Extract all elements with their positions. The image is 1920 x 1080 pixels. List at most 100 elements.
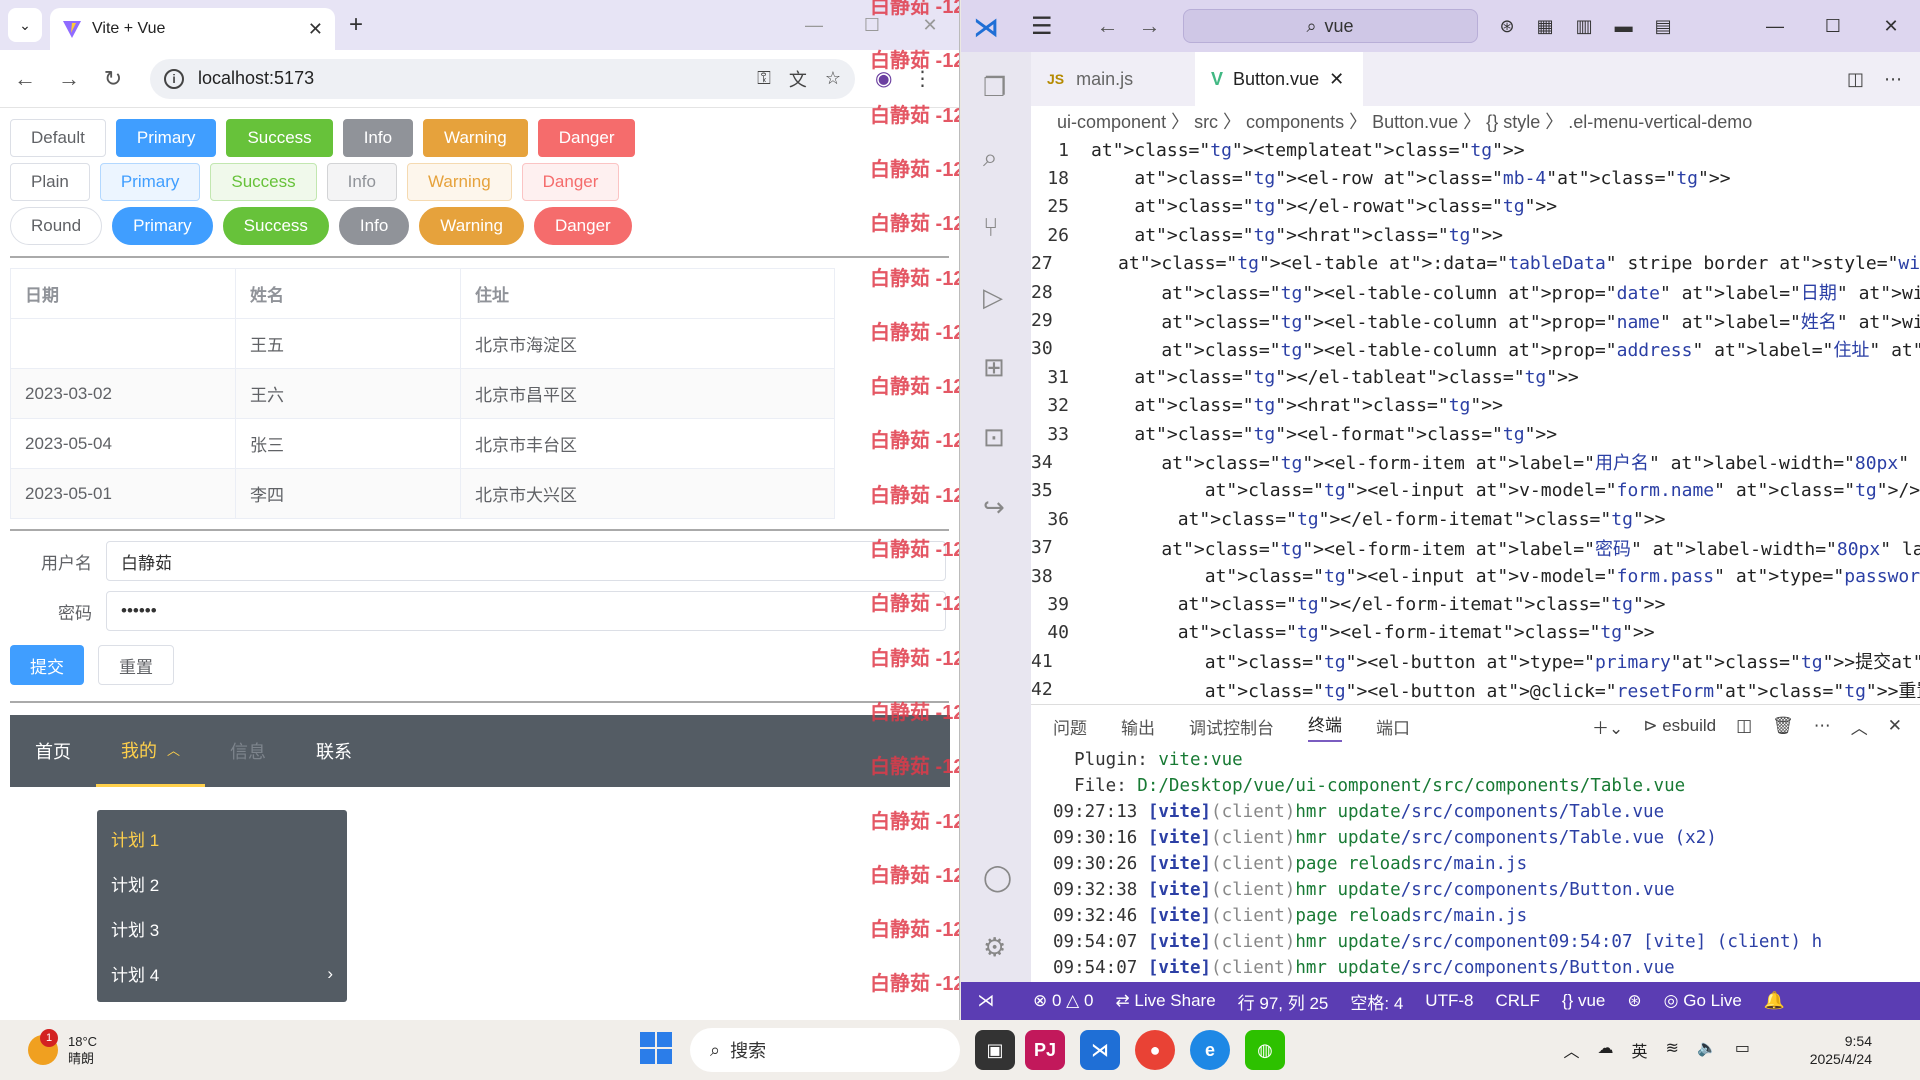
- more-actions-icon[interactable]: ⋯: [1884, 69, 1902, 90]
- tab-problems[interactable]: 问题: [1053, 714, 1087, 739]
- bookmark-star-icon[interactable]: ☆: [825, 68, 841, 89]
- forward-icon[interactable]: →: [1139, 13, 1161, 39]
- copilot-status-icon[interactable]: ⊛: [1627, 991, 1641, 1011]
- remote-explorer-icon[interactable]: ⊡: [983, 422, 1005, 453]
- run-debug-icon[interactable]: ▷: [983, 282, 1003, 313]
- code-line[interactable]: 32 at">class="tg"><hrat">class="tg">>: [1031, 392, 1920, 420]
- close-window-icon[interactable]: ✕: [1862, 16, 1920, 37]
- warning-button[interactable]: Warning: [423, 119, 528, 157]
- warning-button[interactable]: Warning: [406, 163, 512, 201]
- code-line[interactable]: 28 at">class="tg"><el-table-column at">p…: [1031, 278, 1920, 306]
- extensions-icon[interactable]: ⊞: [983, 352, 1005, 383]
- chrome-app-icon[interactable]: ●: [1135, 1030, 1175, 1070]
- code-line[interactable]: 34 at">class="tg"><el-form-item at">labe…: [1031, 448, 1920, 476]
- tab-debug-console[interactable]: 调试控制台: [1189, 714, 1274, 739]
- menu-item-home[interactable]: 首页: [10, 715, 96, 787]
- split-editor-icon[interactable]: ◫: [1847, 69, 1864, 90]
- volume-icon[interactable]: 🔈: [1697, 1038, 1717, 1062]
- taskbar-search[interactable]: ⌕ 搜索: [690, 1028, 960, 1072]
- reset-button[interactable]: 重置: [98, 645, 174, 685]
- toggle-panel-icon[interactable]: ▬: [1615, 16, 1633, 37]
- hamburger-menu-icon[interactable]: ☰: [1031, 12, 1053, 41]
- danger-button[interactable]: Danger: [533, 207, 632, 245]
- omnibox[interactable]: i localhost:5173 ⚿ 文 ☆: [150, 58, 855, 99]
- primary-button[interactable]: Primary: [112, 207, 213, 245]
- copilot-icon[interactable]: ⊛: [1500, 16, 1515, 37]
- remote-indicator-icon[interactable]: ⋊: [961, 982, 1011, 1020]
- code-line[interactable]: 36 at">class="tg"></el-form-itemat">clas…: [1031, 505, 1920, 533]
- code-line[interactable]: 18 at">class="tg"><el-row at">class="mb-…: [1031, 164, 1920, 192]
- translate-icon[interactable]: 文: [789, 66, 807, 92]
- terminal-name[interactable]: ⊳ esbuild: [1643, 716, 1716, 736]
- trash-icon[interactable]: 🗑: [1772, 716, 1794, 736]
- notifications-bell-icon[interactable]: 🔔: [1764, 991, 1785, 1011]
- source-control-icon[interactable]: ⑂: [983, 212, 999, 243]
- primary-button[interactable]: Primary: [115, 119, 217, 157]
- layout-icon[interactable]: ▦: [1537, 16, 1554, 37]
- info-button[interactable]: Info: [338, 207, 410, 245]
- username-input[interactable]: 白静茹: [106, 541, 946, 581]
- cursor-position[interactable]: 行 97, 列 25: [1238, 989, 1329, 1014]
- tab-button-vue[interactable]: V Button.vue ✕: [1195, 52, 1363, 106]
- round-button[interactable]: Round: [10, 207, 103, 245]
- tab-ports[interactable]: 端口: [1376, 714, 1410, 739]
- live-share-icon[interactable]: ↪: [983, 492, 1005, 523]
- code-line[interactable]: 30 at">class="tg"><el-table-column at">p…: [1031, 335, 1920, 363]
- code-line[interactable]: 37 at">class="tg"><el-form-item at">labe…: [1031, 533, 1920, 561]
- command-center-search[interactable]: ⌕ vue: [1182, 9, 1478, 43]
- weather-widget[interactable]: 1 18°C 晴朗: [28, 1029, 97, 1067]
- indentation[interactable]: 空格: 4: [1350, 989, 1403, 1014]
- plain-button[interactable]: Plain: [10, 163, 90, 201]
- edge-app-icon[interactable]: e: [1190, 1030, 1230, 1070]
- maximize-panel-icon[interactable]: ︿: [1851, 714, 1868, 739]
- menu-item-mine[interactable]: 我的 ︿: [96, 715, 206, 787]
- code-line[interactable]: 25 at">class="tg"></el-rowat">class="tg"…: [1031, 193, 1920, 221]
- code-line[interactable]: 29 at">class="tg"><el-table-column at">p…: [1031, 306, 1920, 334]
- info-button[interactable]: Info: [342, 119, 414, 157]
- password-key-icon[interactable]: ⚿: [757, 68, 771, 89]
- default-button[interactable]: Default: [10, 119, 106, 157]
- code-line[interactable]: 27 at">class="tg"><el-table at">:data="t…: [1031, 250, 1920, 278]
- code-editor[interactable]: 1 at">class="tg"><templateat">class="tg">…: [1031, 136, 1920, 704]
- ime-indicator[interactable]: 英: [1632, 1038, 1648, 1062]
- reload-icon[interactable]: ↻: [102, 66, 124, 92]
- code-line[interactable]: 39 at">class="tg"></el-form-itemat">clas…: [1031, 590, 1920, 618]
- submenu-item[interactable]: 计划 3: [97, 906, 347, 951]
- tab-terminal[interactable]: 终端: [1308, 711, 1342, 742]
- code-line[interactable]: 33 at">class="tg"><el-format">class="tg"…: [1031, 420, 1920, 448]
- battery-icon[interactable]: ▭: [1735, 1038, 1750, 1062]
- back-icon[interactable]: ←: [1097, 13, 1119, 39]
- code-line[interactable]: 26 at">class="tg"><hrat">class="tg">>: [1031, 221, 1920, 249]
- language-mode[interactable]: {} vue: [1562, 991, 1606, 1011]
- tab-main-js[interactable]: JS main.js: [1031, 52, 1195, 106]
- problems-status[interactable]: ⊗ 0 △ 0: [1033, 991, 1093, 1011]
- split-terminal-icon[interactable]: ◫: [1736, 716, 1752, 736]
- minimize-icon[interactable]: —: [1746, 16, 1804, 37]
- terminal-output[interactable]: Plugin: vite:vue File: D:/Desktop/vue/ui…: [1031, 747, 1920, 981]
- breadcrumb[interactable]: ui-component 〉 src 〉 components 〉 Button…: [1031, 106, 1920, 136]
- close-panel-icon[interactable]: ✕: [1888, 716, 1902, 736]
- submenu-item[interactable]: 计划 2: [97, 861, 347, 906]
- jetbrains-app-icon[interactable]: PJ: [1025, 1030, 1065, 1070]
- clock[interactable]: 9:54 2025/4/24: [1810, 1032, 1872, 1068]
- url-text[interactable]: localhost:5173: [198, 68, 739, 89]
- code-line[interactable]: 42 at">class="tg"><el-button at">@click=…: [1031, 675, 1920, 703]
- settings-gear-icon[interactable]: ⚙: [983, 932, 1006, 963]
- live-share-status[interactable]: ⇄ Live Share: [1115, 991, 1215, 1011]
- tab-output[interactable]: 输出: [1121, 714, 1155, 739]
- submit-button[interactable]: 提交: [10, 645, 84, 685]
- more-icon[interactable]: ⋯: [1814, 716, 1831, 736]
- browser-tab[interactable]: Vite + Vue ✕: [50, 8, 335, 50]
- submenu-item[interactable]: 计划 1: [97, 816, 347, 861]
- eol[interactable]: CRLF: [1495, 991, 1539, 1011]
- code-line[interactable]: 41 at">class="tg"><el-button at">type="p…: [1031, 647, 1920, 675]
- explorer-icon[interactable]: ❐: [983, 72, 1006, 103]
- search-icon[interactable]: ⌕: [983, 142, 998, 174]
- maximize-icon[interactable]: ☐: [1804, 16, 1862, 37]
- start-button[interactable]: [640, 1032, 672, 1064]
- new-terminal-icon[interactable]: ＋⌄: [1592, 714, 1623, 739]
- tab-search-dropdown-icon[interactable]: ⌄: [8, 8, 42, 42]
- menu-item-contact[interactable]: 联系: [291, 715, 377, 787]
- primary-button[interactable]: Primary: [99, 163, 201, 201]
- success-button[interactable]: Success: [226, 119, 333, 157]
